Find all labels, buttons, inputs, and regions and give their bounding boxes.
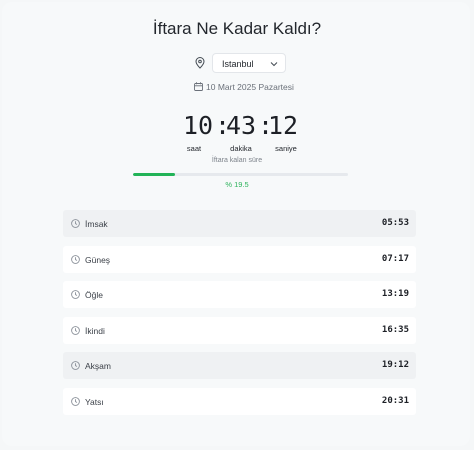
prayer-name: Yatsı [85,396,104,407]
clock-icon [71,397,80,406]
seconds-label: saniye [275,144,297,153]
city-select-value: Istanbul [222,59,254,69]
clock-icon [71,219,80,228]
countdown-hours: 10 [182,111,214,140]
date-row: 10 Mart 2025 Pazartesi [0,81,474,93]
minutes-label: dakika [230,144,252,153]
hours-label: saat [186,144,202,153]
prayer-time-row: Yatsı 20:31 [63,387,416,415]
calendar-icon [194,82,203,91]
chevron-down-icon [270,62,278,67]
prayer-time: 20:31 [381,395,409,406]
prayer-time: 19:12 [381,360,409,371]
prayer-times-list: İmsak 05:53 Güneş 07:17 Öğle 13:19 İkindi 16:35… [63,210,416,424]
map-pin-icon [195,57,205,69]
progress-percent: % 19.5 [225,180,249,189]
prayer-time: 05:53 [381,218,409,228]
clock-icon [71,325,80,335]
prayer-time-row: Öğle 13:19 [63,281,416,309]
prayer-name: Güneş [85,254,111,265]
prayer-name: İmsak [85,219,108,229]
prayer-time-row: Akşam 19:12 [63,352,416,380]
prayer-name: Akşam [85,361,111,372]
prayer-time: 07:17 [381,253,409,264]
progress-fill [133,173,175,176]
countdown-seconds: 12 [267,111,299,140]
city-select[interactable]: Istanbul [212,53,286,73]
countdown-caption: İftara kalan süre [211,157,263,164]
countdown-minutes: 43 [225,111,257,140]
prayer-time-row: İkindi 16:35 [63,316,416,344]
prayer-time-row: İmsak 05:53 [63,210,416,237]
clock-icon [71,290,80,300]
prayer-time-row: Güneş 07:17 [63,245,416,273]
prayer-name: İkindi [85,325,105,336]
page-title: İftara Ne Kadar Kaldı? [152,19,322,38]
location-row: Istanbul [0,53,474,73]
prayer-time: 13:19 [381,289,409,300]
clock-icon [71,254,80,264]
countdown-timer: 10 : 43 : 12 [0,111,474,141]
clock-icon [71,361,80,371]
progress-bar [133,173,348,176]
current-date: 10 Mart 2025 Pazartesi [206,82,294,92]
prayer-time: 16:35 [381,324,409,335]
prayer-name: Öğle [85,290,103,301]
